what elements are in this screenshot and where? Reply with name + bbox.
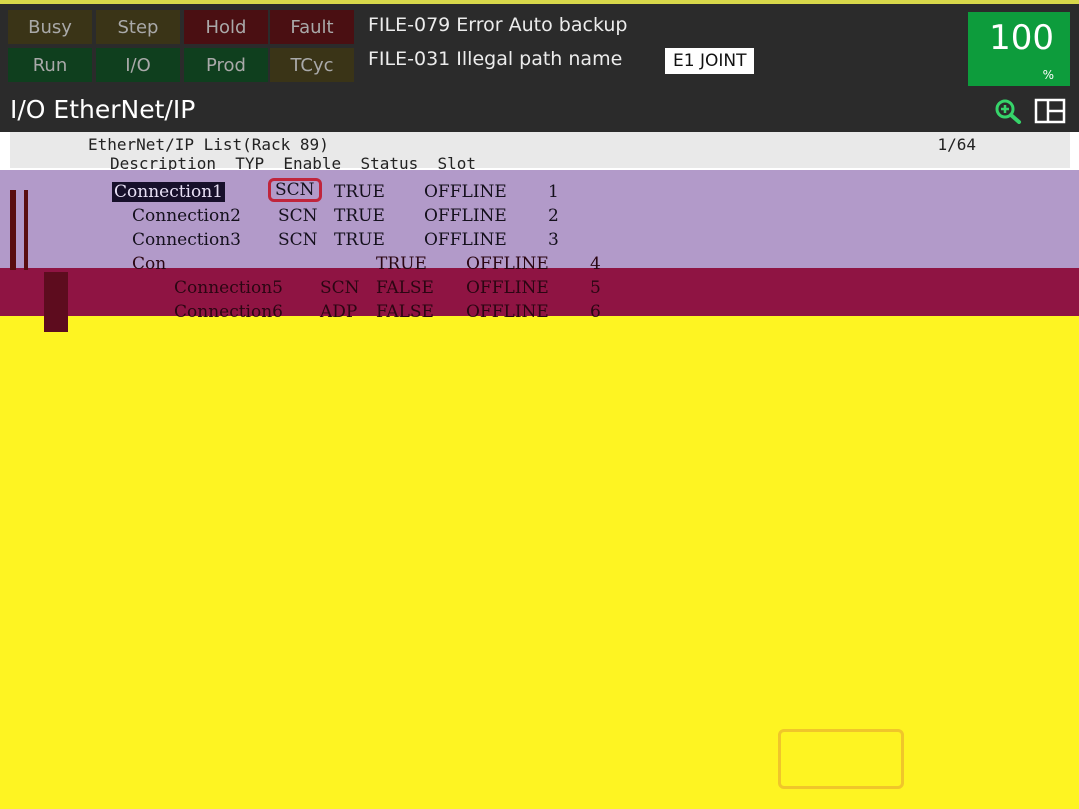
typ-cell: SCN — [278, 206, 318, 226]
tcyc-lamp-label: TCyc — [290, 54, 334, 76]
screen-title: I/O EtherNet/IP — [10, 95, 196, 124]
busy-lamp: Busy — [8, 10, 92, 44]
fault-lamp-label: Fault — [290, 16, 334, 38]
list-item[interactable]: Connection3 SCN TRUE OFFLINE 3 — [132, 230, 582, 254]
typ-cell: SCN — [278, 230, 318, 250]
speed-override[interactable]: 100 % — [968, 12, 1070, 86]
connection-description: Connection2 — [132, 206, 241, 226]
override-value: 100 — [989, 18, 1054, 58]
enable-cell: TRUE — [334, 206, 385, 226]
connection-description: Con — [132, 254, 167, 274]
status-cell: OFFLINE — [466, 278, 549, 298]
alarm-line-1: FILE-079 Error Auto backup — [368, 14, 628, 36]
connection-description: Connection6 — [174, 302, 283, 322]
step-lamp: Step — [96, 10, 180, 44]
slot-cell: 3 — [548, 230, 559, 250]
status-cell: OFFLINE — [424, 230, 507, 250]
alarm-panel[interactable]: FILE-079 Error Auto backup FILE-031 Ille… — [360, 10, 962, 86]
enable-cell: TRUE — [376, 254, 427, 274]
list-header: EtherNet/IP List(Rack 89) 1/64 Descripti… — [10, 132, 1070, 173]
alarm-line-2: FILE-031 Illegal path name — [368, 48, 623, 70]
enable-cell: TRUE — [334, 230, 385, 250]
list-item[interactable]: Connection5 SCN FALSE OFFLINE 5 — [174, 278, 614, 302]
status-cell: OFFLINE — [466, 254, 549, 274]
hold-lamp: Hold — [184, 10, 268, 44]
connection-description: Connection3 — [132, 230, 241, 250]
row-marker — [10, 190, 16, 270]
slot-cell: 1 — [548, 182, 559, 202]
step-lamp-label: Step — [117, 16, 159, 38]
prod-lamp: Prod — [184, 48, 268, 82]
tcyc-lamp: TCyc — [270, 48, 354, 82]
slot-cell: 4 — [590, 254, 601, 274]
status-cell: OFFLINE — [466, 302, 549, 322]
list-item[interactable]: Connection1 SCN TRUE OFFLINE 1 — [112, 178, 582, 206]
override-unit: % — [1042, 68, 1054, 82]
softkey-outline[interactable] — [778, 729, 904, 789]
prod-lamp-label: Prod — [206, 54, 246, 76]
typ-cell: SCN — [320, 278, 360, 298]
list-item[interactable]: Con TRUE OFFLINE 4 — [132, 254, 612, 278]
connection-description[interactable]: Connection1 — [112, 182, 225, 202]
slot-cell: 5 — [590, 278, 601, 298]
connection-description: Connection5 — [174, 278, 283, 298]
list-title: EtherNet/IP List(Rack 89) — [88, 135, 329, 154]
row-marker — [24, 190, 28, 270]
zoom-in-icon[interactable] — [994, 98, 1022, 124]
split-screen-icon[interactable] — [1034, 98, 1066, 124]
page-indicator: 1/64 — [937, 135, 976, 154]
status-cell: OFFLINE — [424, 206, 507, 226]
motion-mode-tag: E1 JOINT — [665, 48, 755, 74]
status-cell: OFFLINE — [424, 182, 507, 202]
io-lamp: I/O — [96, 48, 180, 82]
enable-cell: TRUE — [334, 182, 385, 202]
list-item[interactable]: Connection2 SCN TRUE OFFLINE 2 — [132, 206, 582, 230]
hold-lamp-label: Hold — [205, 16, 247, 38]
title-bar: I/O EtherNet/IP — [0, 88, 1079, 132]
typ-cell: ADP — [320, 302, 358, 322]
io-lamp-label: I/O — [125, 54, 151, 76]
typ-cell[interactable]: SCN — [268, 178, 322, 202]
enable-cell: FALSE — [376, 302, 434, 322]
run-lamp: Run — [8, 48, 92, 82]
status-bar: Busy Step Hold Fault Run I/O Prod TCyc F… — [0, 0, 1079, 88]
list-item[interactable]: Connection6 ADP FALSE OFFLINE 6 — [174, 302, 614, 326]
busy-lamp-label: Busy — [28, 16, 72, 38]
enable-cell: FALSE — [376, 278, 434, 298]
highlight-band-yellow — [0, 316, 1079, 809]
row-marker — [44, 272, 68, 332]
fault-lamp: Fault — [270, 10, 354, 44]
slot-cell: 6 — [590, 302, 601, 322]
run-lamp-label: Run — [32, 54, 68, 76]
slot-cell: 2 — [548, 206, 559, 226]
